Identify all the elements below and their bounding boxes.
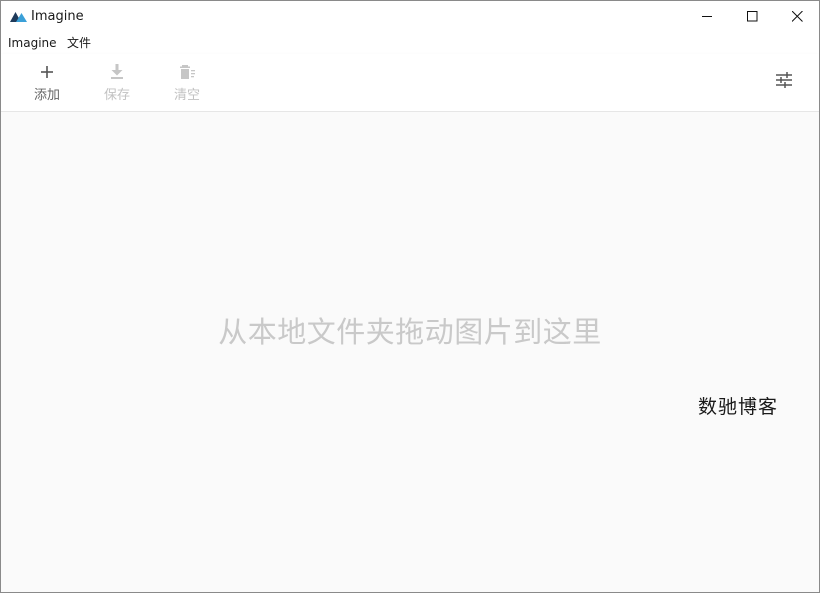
trash-icon <box>180 65 195 79</box>
close-icon <box>791 11 803 22</box>
save-button-label: 保存 <box>103 88 130 103</box>
drop-zone[interactable]: 从本地文件夹拖动图片到这里 数驰博客 <box>1 112 819 592</box>
app-window: Imagine Imagine 文件 添加 保存 清空 从本地文件夹拖动图片到这… <box>0 0 820 593</box>
menu-bar: Imagine 文件 <box>1 32 819 54</box>
window-title: Imagine <box>31 9 84 24</box>
sliders-icon <box>776 72 792 88</box>
minimize-button[interactable] <box>684 1 730 32</box>
mountain-logo-icon <box>10 12 27 22</box>
maximize-button[interactable] <box>729 1 775 32</box>
title-bar[interactable]: Imagine <box>1 1 819 32</box>
settings-button[interactable] <box>773 70 795 90</box>
clear-button[interactable]: 清空 <box>162 54 212 111</box>
download-icon <box>111 64 123 79</box>
menu-file[interactable]: 文件 <box>67 35 91 51</box>
clear-button-label: 清空 <box>173 88 200 103</box>
plus-icon <box>41 66 53 78</box>
watermark-text: 数驰博客 <box>698 396 779 418</box>
toolbar: 添加 保存 清空 <box>1 54 819 112</box>
drop-hint-text: 从本地文件夹拖动图片到这里 <box>218 315 602 349</box>
add-button-label: 添加 <box>33 88 60 103</box>
maximize-icon <box>746 11 757 22</box>
menu-imagine[interactable]: Imagine <box>8 35 57 51</box>
close-button[interactable] <box>774 1 819 32</box>
minimize-icon <box>701 16 712 17</box>
save-button[interactable]: 保存 <box>92 54 142 111</box>
add-button[interactable]: 添加 <box>22 54 72 111</box>
